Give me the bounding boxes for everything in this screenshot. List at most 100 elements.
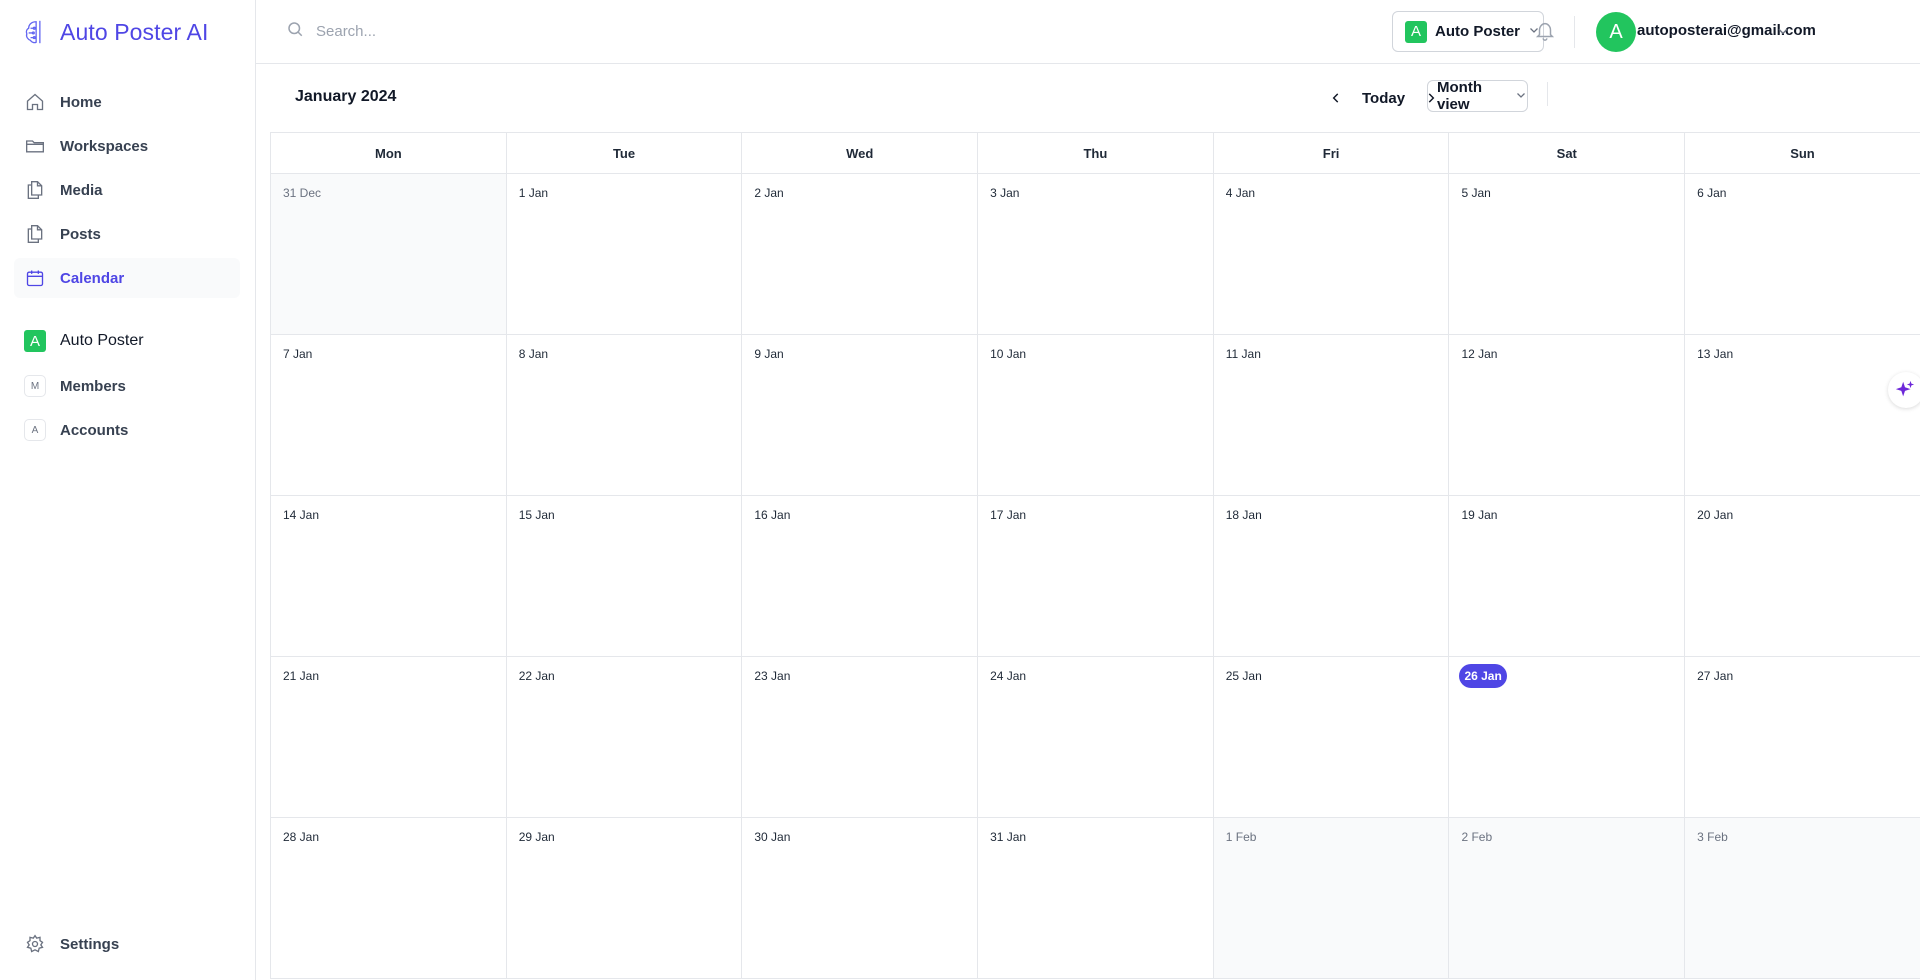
workspace-badge: A (24, 330, 46, 352)
sidebar-item-label: Accounts (60, 421, 129, 439)
calendar-day-cell[interactable]: 14 Jan (270, 496, 506, 657)
sidebar-item-accounts[interactable]: A Accounts (14, 410, 240, 450)
top-bar: A Auto Poster A autoposterai@gmail.com (256, 0, 1920, 64)
sidebar-item-posts[interactable]: Posts (14, 214, 240, 254)
calendar-day-cell[interactable]: 23 Jan (741, 657, 978, 818)
today-button[interactable]: Today (1348, 90, 1419, 107)
calendar-day-cell[interactable]: 22 Jan (505, 657, 742, 818)
calendar-day-cell[interactable]: 7 Jan (270, 335, 506, 496)
calendar-day-cell[interactable]: 20 Jan (1684, 496, 1920, 657)
members-letter-icon: M (24, 375, 46, 397)
calendar-day-cell[interactable]: 13 Jan (1684, 335, 1920, 496)
chevron-down-icon[interactable] (1776, 24, 1790, 38)
day-label: 23 Jan (754, 669, 791, 683)
day-label: 30 Jan (754, 830, 791, 844)
day-label: 3 Feb (1697, 830, 1728, 844)
sidebar-item-home[interactable]: Home (14, 82, 240, 122)
day-label: 14 Jan (283, 508, 320, 522)
calendar-day-cell[interactable]: 1 Feb (1212, 818, 1449, 979)
calendar-day-cell[interactable]: 17 Jan (977, 496, 1213, 657)
calendar-day-cell-today[interactable]: 26 Jan (1448, 657, 1685, 818)
calendar-day-cell[interactable]: 4 Jan (1212, 174, 1449, 335)
calendar-days: 31 Dec 1 Jan 2 Jan 3 Jan 4 Jan 5 Jan 6 J… (270, 174, 1920, 979)
sidebar-item-label: Members (60, 377, 126, 395)
chevron-down-icon (1515, 88, 1527, 105)
calendar-day-cell[interactable]: 15 Jan (505, 496, 742, 657)
view-select-label: Month view (1437, 79, 1482, 113)
today-date-badge: 26 Jan (1459, 664, 1507, 688)
calendar-day-cell[interactable]: 3 Feb (1684, 818, 1920, 979)
calendar-grid: Mon Tue Wed Thu Fri Sat Sun 31 Dec 1 Jan… (270, 132, 1920, 980)
calendar-day-cell[interactable]: 1 Jan (505, 174, 742, 335)
calendar-day-cell[interactable]: 6 Jan (1684, 174, 1920, 335)
sidebar-item-calendar[interactable]: Calendar (14, 258, 240, 298)
ai-assistant-sparkle-icon[interactable] (1888, 372, 1920, 408)
sidebar-nav: Home Workspaces Media Posts Calendar (14, 82, 240, 302)
weekday-header: Thu (977, 133, 1213, 173)
calendar-day-cell[interactable]: 24 Jan (977, 657, 1213, 818)
sidebar-item-label: Workspaces (60, 137, 149, 155)
calendar-day-cell[interactable]: 19 Jan (1448, 496, 1685, 657)
sidebar-item-workspaces[interactable]: Workspaces (14, 126, 240, 166)
day-label: 25 Jan (1225, 669, 1262, 683)
day-label: 10 Jan (990, 347, 1027, 361)
settings-label: Settings (60, 935, 120, 953)
weekday-header: Sat (1448, 133, 1684, 173)
day-label: 19 Jan (1461, 508, 1498, 522)
brain-logo-icon (24, 17, 52, 47)
workspace-switcher-badge: A (1405, 20, 1427, 43)
calendar-day-cell[interactable]: 30 Jan (741, 818, 978, 979)
calendar-day-cell[interactable]: 21 Jan (270, 657, 506, 818)
day-label: 18 Jan (1225, 508, 1262, 522)
app-logo[interactable]: Auto Poster AI (24, 16, 208, 48)
calendar-day-cell[interactable]: 9 Jan (741, 335, 978, 496)
calendar-day-cell[interactable]: 28 Jan (270, 818, 506, 979)
calendar-day-cell[interactable]: 27 Jan (1684, 657, 1920, 818)
calendar-navigation: Today (1324, 82, 1443, 114)
search-input[interactable] (316, 23, 716, 40)
folder-icon (24, 135, 46, 157)
day-label: 2 Feb (1461, 830, 1493, 844)
weekday-header: Sun (1684, 133, 1920, 173)
sidebar-item-media[interactable]: Media (14, 170, 240, 210)
day-label: 29 Jan (518, 830, 555, 844)
avatar[interactable]: A (1596, 12, 1636, 52)
day-label: 16 Jan (754, 508, 791, 522)
calendar-day-cell[interactable]: 10 Jan (977, 335, 1213, 496)
calendar-day-cell[interactable]: 25 Jan (1212, 657, 1449, 818)
calendar-day-cell[interactable]: 8 Jan (505, 335, 742, 496)
day-label: 1 Jan (518, 186, 549, 200)
calendar-day-cell[interactable]: 2 Jan (741, 174, 978, 335)
calendar-day-cell[interactable]: 12 Jan (1448, 335, 1685, 496)
calendar-day-cell[interactable]: 29 Jan (505, 818, 742, 979)
workspace-header[interactable]: A Auto Poster (14, 326, 240, 356)
app-name: Auto Poster AI (60, 18, 209, 45)
sidebar-item-members[interactable]: M Members (14, 366, 240, 406)
chevron-left-icon[interactable] (1324, 86, 1348, 110)
calendar-day-cell[interactable]: 16 Jan (741, 496, 978, 657)
calendar-day-cell[interactable]: 18 Jan (1212, 496, 1449, 657)
search-box (286, 20, 716, 43)
weekday-header: Mon (270, 133, 506, 173)
calendar-day-cell[interactable]: 31 Dec (270, 174, 506, 335)
workspace-switcher[interactable]: A Auto Poster (1392, 11, 1544, 52)
workspace-name: Auto Poster (60, 332, 144, 349)
bell-icon[interactable] (1534, 20, 1558, 44)
view-select[interactable]: Month view (1427, 79, 1528, 113)
day-label: 7 Jan (283, 347, 313, 361)
calendar-day-cell[interactable]: 3 Jan (977, 174, 1213, 335)
sidebar-item-settings[interactable]: Settings (24, 924, 119, 964)
calendar-header: January 2024 Today Month view (256, 64, 1920, 132)
calendar-day-cell[interactable]: 5 Jan (1448, 174, 1685, 335)
day-label: 2 Jan (754, 186, 784, 200)
day-label: 5 Jan (1461, 186, 1491, 200)
day-label: 15 Jan (518, 508, 555, 522)
calendar-day-cell[interactable]: 2 Feb (1448, 818, 1685, 979)
day-label: 11 Jan (1225, 347, 1261, 361)
workspace-section: A Auto Poster M Members A Accounts (14, 326, 240, 454)
files-icon (24, 179, 46, 201)
calendar-day-cell[interactable]: 11 Jan (1212, 335, 1449, 496)
day-label: 12 Jan (1461, 347, 1498, 361)
day-label: 9 Jan (754, 347, 784, 361)
calendar-day-cell[interactable]: 31 Jan (977, 818, 1213, 979)
